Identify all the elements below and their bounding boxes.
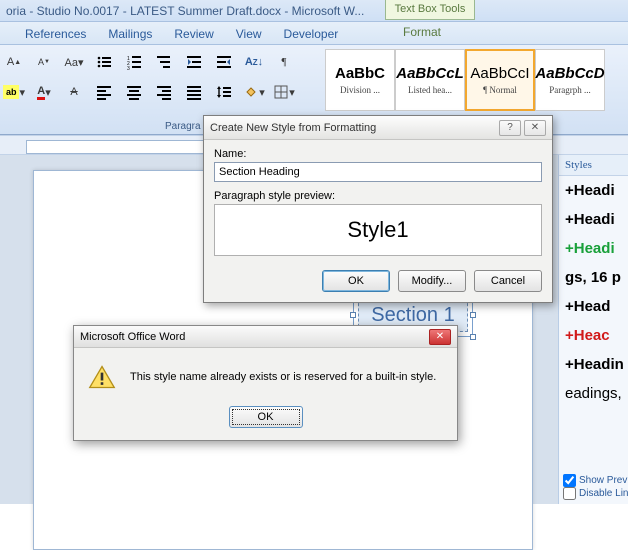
style-name-input[interactable] [214,162,542,182]
tab-review[interactable]: Review [174,27,213,44]
styles-pane-item-7[interactable]: eadings, [559,379,628,408]
style-gallery-item-2[interactable]: AaBbCcI¶ Normal [465,49,535,111]
styles-pane-item-3[interactable]: gs, 16 p [559,263,628,292]
styles-pane-item-2[interactable]: +Headi [559,234,628,263]
shading-icon[interactable]: ▾ [242,81,266,103]
modify-button[interactable]: Modify... [398,270,466,292]
style-gallery[interactable]: AaBbCDivision ...AaBbCcLListed hea...AaB… [325,49,605,111]
style-preview-text: Style1 [347,217,408,243]
name-label: Name: [214,148,542,160]
message-box: Microsoft Office Word ✕ This style name … [73,325,458,441]
clear-formatting-icon[interactable]: A [62,81,86,103]
warning-icon [88,364,116,390]
style-gallery-item-0[interactable]: AaBbCDivision ... [325,49,395,111]
message-box-ok-button[interactable]: OK [229,406,303,428]
justify-icon[interactable] [182,81,206,103]
dialog-close-button[interactable]: ✕ [524,120,546,136]
style-gallery-item-3[interactable]: AaBbCcDParagrph ... [535,49,605,111]
styles-pane-item-0[interactable]: +Headi [559,176,628,205]
ok-button[interactable]: OK [322,270,390,292]
message-box-text: This style name already exists or is res… [130,371,436,383]
styles-pane-options: Show Previ Disable Link [563,474,628,500]
paragraph-group-label: Paragra [165,121,201,132]
sort-icon[interactable]: AZ↓ [242,51,266,73]
styles-pane-item-1[interactable]: +Headi [559,205,628,234]
align-left-icon[interactable] [92,81,116,103]
style-preview-box: Style1 [214,204,542,256]
bullets-icon[interactable] [92,51,116,73]
font-color-icon[interactable]: A▾ [32,81,56,103]
resize-handle-e[interactable] [470,312,476,318]
dialog-title: Create New Style from Formatting [210,122,376,134]
message-box-close-button[interactable]: ✕ [429,329,451,345]
contextual-tab-group-textboxtools: Text Box Tools [385,0,475,20]
resize-handle-w[interactable] [350,312,356,318]
styles-pane: Styles +Headi+Headi+Headigs, 16 p+Head+H… [558,155,628,504]
styles-pane-item-5[interactable]: +Heac [559,321,628,350]
increase-indent-icon[interactable] [212,51,236,73]
tab-format[interactable]: Format [403,25,441,42]
message-box-title: Microsoft Office Word [80,331,185,343]
styles-pane-item-6[interactable]: +Headin [559,350,628,379]
align-right-icon[interactable] [152,81,176,103]
window-title: oria - Studio No.0017 - LATEST Summer Dr… [6,4,364,18]
preview-label: Paragraph style preview: [214,190,542,202]
decrease-indent-icon[interactable] [182,51,206,73]
borders-icon[interactable]: ▾ [272,81,296,103]
resize-handle-se[interactable] [470,334,476,340]
window-titlebar: oria - Studio No.0017 - LATEST Summer Dr… [0,0,628,22]
ribbon-tabs: References Mailings Review View Develope… [0,22,628,45]
align-center-icon[interactable] [122,81,146,103]
numbering-icon[interactable]: 123 [122,51,146,73]
dialog-titlebar[interactable]: Create New Style from Formatting ? ✕ [204,116,552,140]
highlight-icon[interactable]: ab▾ [2,81,26,103]
styles-pane-item-4[interactable]: +Head [559,292,628,321]
line-spacing-icon[interactable] [212,81,236,103]
tab-developer[interactable]: Developer [284,27,339,44]
tab-mailings[interactable]: Mailings [108,27,152,44]
cancel-button[interactable]: Cancel [474,270,542,292]
message-box-titlebar[interactable]: Microsoft Office Word ✕ [74,326,457,348]
tab-references[interactable]: References [25,27,86,44]
styles-pane-title: Styles [559,155,628,176]
paragraph-group: A▲ A▼ Aa▾ 123 AZ↓ ¶ ab▾ A▾ A ▾ ▾ [0,49,300,113]
svg-text:3: 3 [127,66,130,70]
style-gallery-item-1[interactable]: AaBbCcLListed hea... [395,49,465,111]
create-style-dialog: Create New Style from Formatting ? ✕ Nam… [203,115,553,303]
show-marks-icon[interactable]: ¶ [272,51,296,73]
multilevel-list-icon[interactable] [152,51,176,73]
grow-font-icon[interactable]: A▲ [2,51,26,73]
tab-view[interactable]: View [236,27,262,44]
dialog-help-button[interactable]: ? [499,120,521,136]
textbox-content: Section 1 [371,304,454,327]
change-case-icon[interactable]: Aa▾ [62,51,86,73]
disable-linked-checkbox[interactable]: Disable Link [563,487,628,500]
shrink-font-icon[interactable]: A▼ [32,51,56,73]
show-preview-checkbox[interactable]: Show Previ [563,474,628,487]
